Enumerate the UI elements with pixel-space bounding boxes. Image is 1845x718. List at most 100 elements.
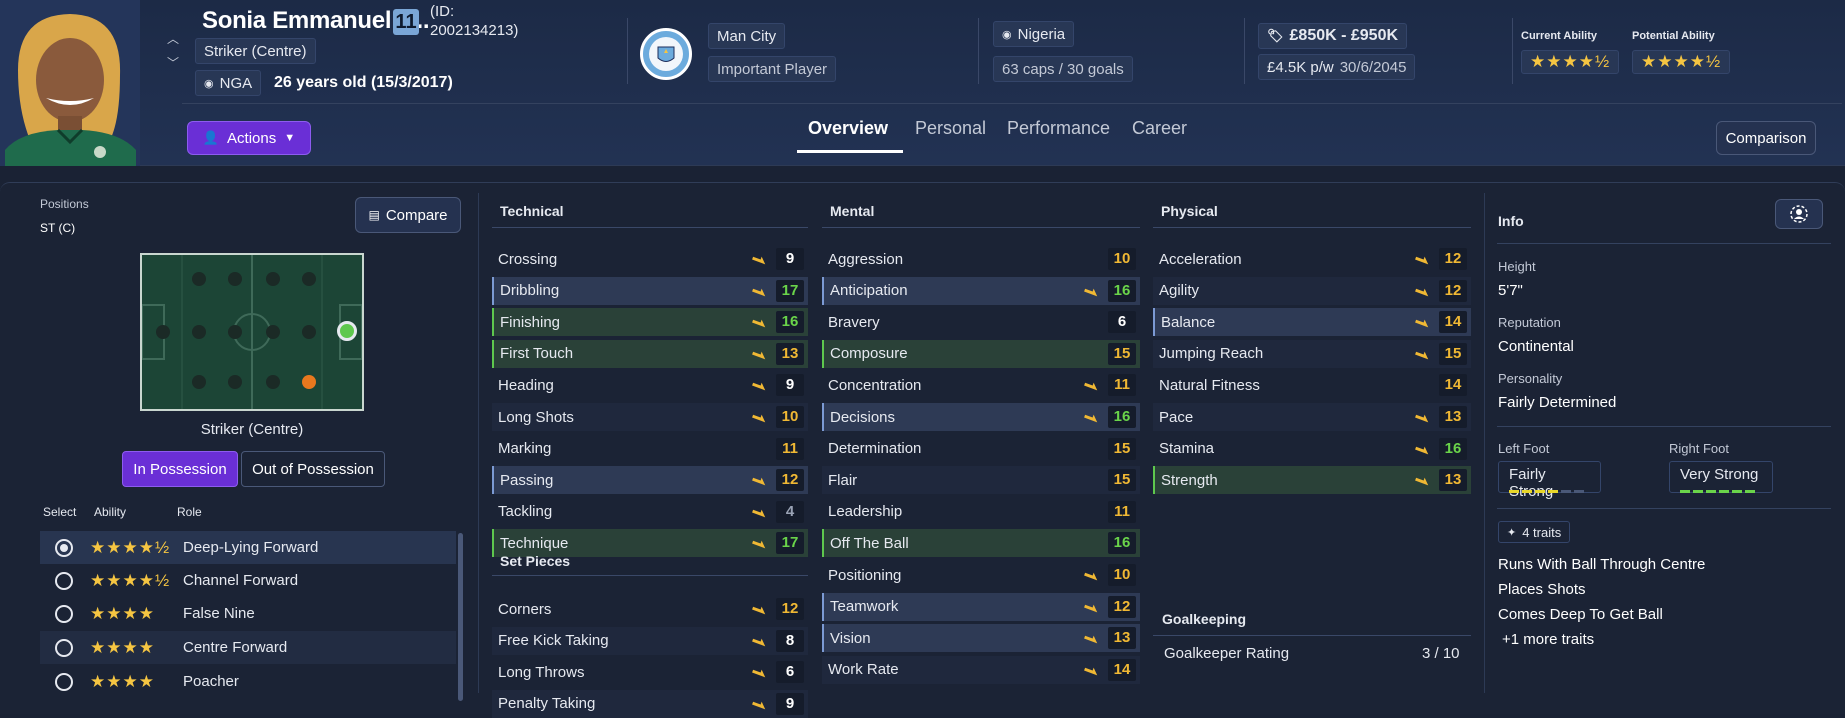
col-role: Role — [177, 505, 202, 519]
attribute-value: 6 — [1108, 311, 1136, 334]
attribute-row[interactable]: Natural Fitness 14 — [1153, 371, 1471, 399]
attribute-row[interactable]: Off The Ball 16 — [822, 529, 1140, 558]
role-radio[interactable] — [55, 672, 73, 691]
attribute-row[interactable]: Concentration 11 — [822, 371, 1140, 399]
attribute-value: 15 — [1108, 437, 1136, 460]
attribute-row[interactable]: Determination 15 — [822, 435, 1140, 463]
right-foot-label: Right Foot — [1669, 441, 1729, 456]
attribute-row[interactable]: Work Rate 14 — [822, 655, 1140, 684]
attribute-row[interactable]: Agility 12 — [1153, 276, 1471, 305]
role-stars: ★★★★ — [90, 671, 155, 691]
attribute-row[interactable]: Finishing 16 — [492, 308, 808, 337]
attribute-row[interactable]: Passing 12 — [492, 466, 808, 495]
divider — [492, 575, 808, 576]
attribute-row[interactable]: Anticipation 16 — [822, 276, 1140, 305]
divider — [1153, 635, 1471, 636]
in-possession-toggle[interactable]: In Possession — [122, 451, 238, 487]
attribute-value: 9 — [776, 248, 804, 270]
actions-button[interactable]: 👤 Actions ▼ — [187, 121, 311, 155]
attribute-row[interactable]: First Touch 13 — [492, 339, 808, 368]
tab-personal[interactable]: Personal — [915, 118, 986, 139]
attribute-value: 11 — [1108, 500, 1136, 523]
more-traits-link[interactable]: +1 more traits — [1502, 631, 1594, 648]
attribute-row[interactable]: Composure 15 — [822, 339, 1140, 368]
foot-strength-segment — [1732, 490, 1742, 493]
attribute-row[interactable]: Aggression 10 — [822, 245, 1140, 273]
divider — [978, 18, 979, 84]
attribute-row[interactable]: Long Throws 6 — [492, 658, 808, 686]
attribute-row[interactable]: Heading 9 — [492, 371, 808, 399]
attribute-row[interactable]: Decisions 16 — [822, 403, 1140, 431]
info-settings-icon[interactable] — [1775, 199, 1823, 229]
trend-arrow-icon — [752, 253, 766, 265]
physical-heading: Physical — [1161, 203, 1218, 219]
attribute-row[interactable]: Flair 15 — [822, 466, 1140, 495]
attribute-name: Teamwork — [830, 598, 899, 616]
attribute-name: Bravery — [828, 313, 880, 331]
divider — [1153, 227, 1471, 228]
tab-career[interactable]: Career — [1132, 118, 1187, 139]
attribute-row[interactable]: Jumping Reach 15 — [1153, 339, 1471, 368]
comparison-button[interactable]: Comparison — [1716, 121, 1816, 155]
attribute-row[interactable]: Pace 13 — [1153, 403, 1471, 431]
role-row[interactable]: ★★★★ False Nine — [40, 597, 456, 630]
current-ability-stars: ★★★★½ — [1521, 50, 1620, 74]
role-row[interactable]: ★★★★ Centre Forward — [40, 631, 456, 664]
attribute-row[interactable]: Crossing 9 — [492, 245, 808, 273]
attribute-row[interactable]: Balance 14 — [1153, 308, 1471, 337]
tab-overview[interactable]: Overview — [808, 118, 888, 139]
attribute-row[interactable]: Acceleration 12 — [1153, 245, 1471, 273]
roles-scrollbar[interactable] — [458, 533, 463, 701]
attribute-name: Off The Ball — [830, 534, 909, 552]
attribute-row[interactable]: Long Shots 10 — [492, 403, 808, 431]
role-row[interactable]: ★★★★½ Channel Forward — [40, 564, 456, 597]
right-foot-pill: Very Strong — [1669, 461, 1773, 493]
nation-flag-icon: ◉ — [1002, 28, 1012, 41]
attribute-value: 9 — [776, 692, 804, 715]
role-radio[interactable] — [55, 638, 73, 657]
role-row[interactable]: ★★★★½ Deep-Lying Forward — [40, 531, 456, 564]
attribute-row[interactable]: Bravery 6 — [822, 308, 1140, 336]
attribute-row[interactable]: Dribbling 17 — [492, 276, 808, 305]
attribute-row[interactable]: Leadership 11 — [822, 498, 1140, 526]
club-name-link[interactable]: Man City — [708, 23, 786, 49]
tab-performance[interactable]: Performance — [1007, 118, 1110, 139]
attribute-row[interactable]: Positioning 10 — [822, 561, 1140, 589]
chevron-down-icon: ▼ — [284, 132, 296, 144]
previous-player-icon[interactable]: ︿ — [167, 30, 179, 47]
attribute-value: 6 — [776, 661, 804, 684]
left-foot-label: Left Foot — [1498, 441, 1550, 456]
compare-button[interactable]: ▤ Compare — [355, 197, 461, 233]
attribute-value: 16 — [1108, 279, 1136, 302]
divider — [1497, 426, 1831, 427]
role-radio[interactable] — [55, 538, 73, 557]
nationality-link[interactable]: ◉ Nigeria — [993, 21, 1075, 47]
position-dot — [192, 272, 206, 286]
height-value: 5'7" — [1498, 282, 1523, 299]
attribute-value: 14 — [1439, 311, 1467, 334]
trend-arrow-icon — [752, 474, 766, 486]
attribute-row[interactable]: Teamwork 12 — [822, 592, 1140, 621]
role-radio[interactable] — [55, 604, 73, 623]
out-of-possession-toggle[interactable]: Out of Possession — [241, 451, 385, 487]
attribute-row[interactable]: Free Kick Taking 8 — [492, 626, 808, 655]
traits-badge[interactable]: ✦ 4 traits — [1498, 521, 1571, 543]
attribute-row[interactable]: Corners 12 — [492, 595, 808, 623]
attribute-row[interactable]: Tackling 4 — [492, 498, 808, 526]
attribute-row[interactable]: Vision 13 — [822, 624, 1140, 653]
attribute-value: 12 — [1439, 279, 1467, 302]
role-row[interactable]: ★★★★ Poacher — [40, 665, 456, 698]
position-pill: Striker (Centre) — [195, 38, 316, 64]
sparkle-icon: ✦ — [1507, 526, 1517, 539]
attribute-row[interactable]: Stamina 16 — [1153, 435, 1471, 463]
next-player-icon[interactable]: ﹀ — [167, 54, 179, 71]
attribute-row[interactable]: Strength 13 — [1153, 466, 1471, 495]
attribute-name: Long Shots — [498, 408, 574, 426]
natural-position-dot — [337, 321, 357, 341]
role-radio[interactable] — [55, 571, 73, 590]
attribute-value: 11 — [776, 437, 804, 460]
position-dot — [156, 325, 170, 339]
club-crest-icon[interactable] — [640, 28, 692, 80]
attribute-row[interactable]: Marking 11 — [492, 435, 808, 463]
attribute-name: Agility — [1159, 282, 1200, 300]
